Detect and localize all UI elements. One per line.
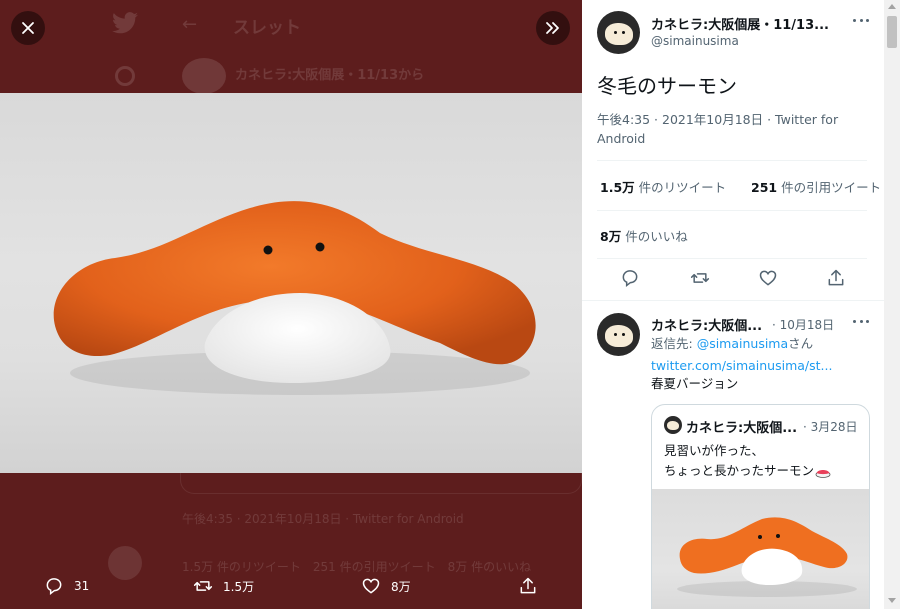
scroll-down-arrow-icon[interactable] (888, 598, 896, 603)
close-button[interactable] (11, 11, 45, 45)
media-reply-button[interactable]: 31 (44, 576, 89, 596)
share-icon (520, 577, 536, 594)
quoted-line-2-text: ちょっと長かったサーモン (664, 463, 815, 478)
reply-text: 春夏バージョン (651, 376, 739, 391)
author-name[interactable]: カネヒラ:大阪個展・11/13... (651, 14, 829, 33)
heart-icon (362, 578, 380, 594)
bg-tweet-meta: 午後4:35 · 2021年10月18日 · Twitter for Andro… (182, 512, 464, 526)
divider (597, 210, 867, 211)
scrollbar-thumb[interactable] (887, 16, 897, 48)
bg-avatar (182, 58, 226, 94)
like-stat-value: 8万 (600, 229, 622, 244)
quoted-line-2: ちょっと長かったサーモン (664, 460, 832, 479)
author-handle[interactable]: @simainusima (651, 34, 739, 48)
share-icon[interactable] (826, 268, 846, 288)
quoted-tweet-card[interactable]: カネヒラ:大阪個... · 3月28日 見習いが作った、 ちょっと長かったサーモ… (651, 404, 870, 609)
retweet-stat[interactable]: 1.5万 件のリツイート (600, 177, 726, 196)
reply-author-name[interactable]: カネヒラ:大阪個... (651, 315, 762, 334)
retweet-icon[interactable] (690, 268, 710, 288)
heart-icon[interactable] (758, 268, 778, 288)
media-share-button[interactable] (518, 576, 548, 596)
media-viewer: ← スレット カネヒラ:大阪個展・11/13から 午後4:35 · 2021年1… (0, 0, 582, 609)
replying-to-suffix: さん (788, 336, 814, 351)
retweet-icon (193, 581, 213, 591)
twitter-bird-icon (112, 12, 138, 34)
quote-stat-value: 251 (751, 180, 778, 195)
retweet-stat-label: 件のリツイート (638, 180, 727, 195)
quoted-date: · 3月28日 (803, 420, 858, 434)
media-like-button[interactable]: 8万 (361, 576, 411, 596)
quoted-author-name: カネヒラ:大阪個... (686, 421, 798, 436)
tweet-meta: 午後4:35 · 2021年10月18日 · Twitter for Andro… (597, 112, 839, 146)
comment-icon (46, 578, 62, 596)
retweet-stat-value: 1.5万 (600, 180, 635, 195)
salmon-plush-illustration (53, 201, 536, 395)
chevron-double-right-icon (546, 22, 559, 34)
salmon-plush-summer-illustration (677, 517, 857, 597)
sushi-icon (814, 466, 832, 478)
panel-scrollbar[interactable] (884, 0, 900, 609)
more-dots-icon[interactable] (853, 318, 869, 324)
media-reply-count: 31 (74, 579, 90, 593)
back-arrow-icon: ← (182, 14, 198, 35)
close-icon (22, 22, 34, 34)
reply-date[interactable]: · 10月18日 (772, 316, 834, 333)
more-dots-icon[interactable] (853, 17, 869, 23)
comment-icon[interactable] (620, 268, 640, 288)
quoted-line-1: 見習いが作った、 (664, 443, 765, 458)
reply-author-avatar[interactable] (597, 313, 640, 356)
author-avatar[interactable] (597, 11, 640, 54)
divider (582, 300, 884, 301)
scroll-up-arrow-icon[interactable] (888, 4, 896, 9)
quote-stat[interactable]: 251 件の引用ツイート (751, 177, 881, 196)
bg-author-name: カネヒラ:大阪個展・11/13から (235, 68, 425, 83)
media-retweet-button[interactable]: 1.5万 (193, 576, 254, 596)
quoted-photo[interactable] (652, 489, 869, 609)
like-stat[interactable]: 8万 件のいいね (600, 226, 688, 245)
media-action-bar: 31 1.5万 8万 (0, 568, 582, 608)
replying-to-handle[interactable]: @simainusima (697, 336, 788, 351)
settings-icon (115, 66, 135, 86)
divider (597, 160, 867, 161)
media-like-count: 8万 (391, 579, 411, 594)
quote-stat-label: 件の引用ツイート (781, 180, 882, 195)
replying-to: 返信先: @simainusimaさん (651, 334, 813, 354)
thread-title: スレット (233, 18, 301, 38)
media-retweet-count: 1.5万 (223, 579, 255, 594)
replying-to-prefix: 返信先: (651, 336, 697, 351)
tweet-text: 冬毛のサーモン (597, 74, 737, 98)
expand-button[interactable] (536, 11, 570, 45)
reply-link[interactable]: twitter.com/simainusima/st... (651, 356, 832, 376)
divider (597, 258, 867, 259)
quoted-author-avatar (664, 416, 682, 434)
like-stat-label: 件のいいね (625, 229, 688, 244)
bg-media-card (180, 470, 582, 494)
tweet-photo[interactable] (0, 93, 582, 473)
